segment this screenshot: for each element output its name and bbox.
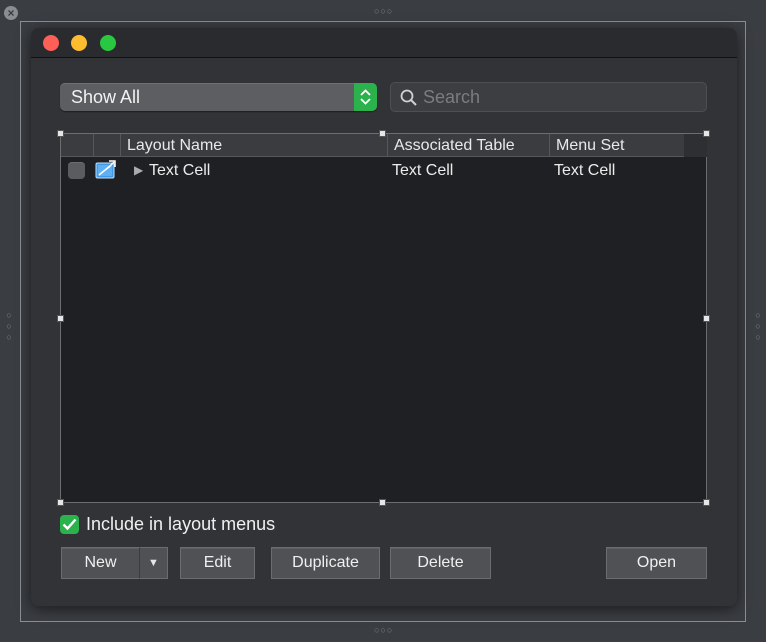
- window-zoom-button[interactable]: [100, 35, 116, 51]
- resize-grip-bottom[interactable]: ○○○: [374, 626, 393, 635]
- column-header-layout-name[interactable]: Layout Name: [120, 134, 387, 157]
- close-icon[interactable]: ×: [4, 6, 18, 20]
- selection-handle[interactable]: [57, 315, 64, 322]
- search-icon: [400, 89, 417, 106]
- row-checkbox[interactable]: [68, 162, 85, 179]
- duplicate-button[interactable]: Duplicate: [271, 547, 380, 579]
- selection-handle[interactable]: [57, 130, 64, 137]
- column-header-icon[interactable]: [93, 134, 120, 157]
- filter-selected-label: Show All: [71, 87, 141, 107]
- selection-handle[interactable]: [57, 499, 64, 506]
- layout-icon: [95, 160, 117, 185]
- table-header-corner: [684, 134, 707, 157]
- column-header-associated-table[interactable]: Associated Table: [387, 134, 549, 157]
- title-bar: [31, 28, 737, 58]
- cell-associated-table: Text Cell: [392, 162, 454, 179]
- chevron-updown-icon: [354, 83, 377, 111]
- new-button[interactable]: New: [61, 547, 140, 579]
- resize-grip-right[interactable]: ○○○: [753, 310, 763, 343]
- search-field[interactable]: [390, 82, 707, 112]
- layouts-table[interactable]: Layout Name Associated Table Menu Set ▶ …: [60, 133, 707, 503]
- delete-button[interactable]: Delete: [390, 547, 491, 579]
- open-button[interactable]: Open: [606, 547, 707, 579]
- selection-handle[interactable]: [379, 130, 386, 137]
- chevron-down-icon[interactable]: ▼: [139, 547, 168, 579]
- column-header-checkbox[interactable]: [61, 134, 93, 157]
- filter-popup-button[interactable]: Show All: [60, 83, 377, 111]
- include-in-menus-label: Include in layout menus: [86, 514, 276, 534]
- window-close-button[interactable]: [43, 35, 59, 51]
- column-header-menu-set[interactable]: Menu Set: [549, 134, 684, 157]
- selection-handle[interactable]: [379, 499, 386, 506]
- checkmark-icon[interactable]: [60, 515, 79, 534]
- edit-button[interactable]: Edit: [180, 547, 255, 579]
- window-minimize-button[interactable]: [71, 35, 87, 51]
- selection-handle[interactable]: [703, 315, 710, 322]
- selection-handle[interactable]: [703, 130, 710, 137]
- cell-menu-set: Text Cell: [554, 162, 616, 179]
- resize-grip-top[interactable]: ○○○: [374, 7, 393, 16]
- search-input[interactable]: [423, 85, 698, 109]
- table-row[interactable]: ▶ Text Cell Text Cell Text Cell: [61, 158, 706, 183]
- manage-layouts-window: Show All Layout Name Associated Table Me…: [31, 28, 737, 606]
- table-header: Layout Name Associated Table Menu Set: [61, 134, 684, 157]
- selection-handle[interactable]: [703, 499, 710, 506]
- cell-layout-name: Text Cell: [149, 162, 211, 179]
- disclosure-triangle-icon[interactable]: ▶: [134, 158, 143, 183]
- resize-grip-left[interactable]: ○○○: [4, 310, 14, 343]
